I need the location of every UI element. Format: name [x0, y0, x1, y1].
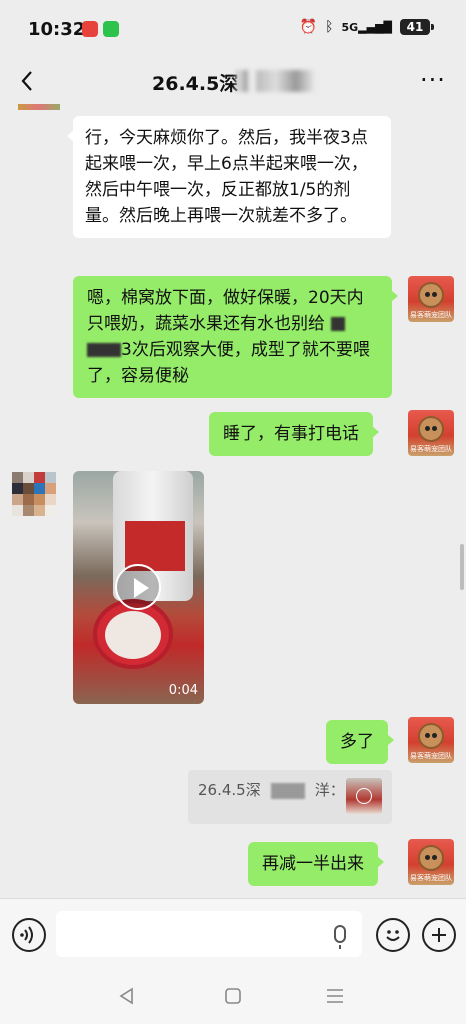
voice-icon: [20, 926, 33, 944]
signal-icon: 5G▂▄▆█: [341, 20, 392, 34]
quoted-message[interactable]: 26.4.5深 洋：: [188, 770, 392, 824]
bluetooth-icon: ᛒ: [325, 19, 334, 35]
avatar-self[interactable]: 易客萌宠团队: [408, 717, 454, 763]
smiley-icon: [386, 930, 400, 941]
chevron-left-icon: [21, 71, 32, 91]
nav-recents-button[interactable]: [324, 986, 346, 1006]
video-message[interactable]: 0:04: [73, 471, 204, 704]
squirrel-avatar-image: [418, 845, 444, 871]
status-bar: 10:32 ⏰ ᛒ 5G▂▄▆█ 41: [0, 0, 466, 60]
avatar-other-partial: [18, 104, 60, 110]
avatar-tag: 易客萌宠团队: [410, 752, 452, 760]
avatar-tag: 易客萌宠团队: [410, 445, 452, 453]
message-bubble-outgoing[interactable]: 嗯，棉窝放下面，做好保暖，20天内只喂奶，蔬菜水果还有水也别给 3次后观察大便，成…: [73, 276, 398, 398]
message-text: 睡了，有事打电话: [223, 424, 359, 444]
input-bar: [0, 898, 466, 970]
back-button[interactable]: [14, 66, 42, 96]
emoji-button[interactable]: [376, 918, 410, 952]
message-input[interactable]: [56, 911, 362, 957]
status-time: 10:32: [28, 19, 86, 40]
avatar-self[interactable]: 易客萌宠团队: [408, 839, 454, 885]
video-duration: 0:04: [168, 683, 198, 698]
text-redaction: [331, 317, 345, 331]
chat-title: 26.4.5深: [152, 73, 239, 95]
microphone-icon[interactable]: [334, 925, 346, 949]
chat-header: 26.4.5深 ···: [0, 60, 466, 104]
quote-text: 洋：: [314, 781, 345, 799]
voice-input-button[interactable]: [12, 918, 46, 952]
wechat-notification-icon: [103, 21, 119, 37]
play-icon[interactable]: [115, 564, 161, 610]
scrollbar[interactable]: [460, 544, 464, 590]
quote-video-thumbnail: [346, 778, 382, 814]
battery-level: 41: [406, 20, 424, 34]
plus-icon: [432, 928, 446, 942]
avatar-tag: 易客萌宠团队: [410, 311, 452, 319]
avatar-self[interactable]: 易客萌宠团队: [408, 410, 454, 456]
alarm-icon: ⏰: [299, 19, 318, 35]
message-bubble-incoming[interactable]: 行，今天麻烦你了。然后，我半夜3点起来喂一次，早上6点半起来喂一次，然后中午喂一…: [67, 116, 391, 238]
message-list[interactable]: 行，今天麻烦你了。然后，我半夜3点起来喂一次，早上6点半起来喂一次，然后中午喂一…: [0, 104, 466, 898]
message-bubble-outgoing[interactable]: 睡了，有事打电话: [209, 412, 379, 456]
message-text: 3次后观察大便，成型了就不要喂了，容易便秘: [87, 340, 370, 386]
quote-text: 26.4.5深: [198, 781, 261, 799]
system-nav-bar: [0, 970, 466, 1024]
add-attachment-button[interactable]: [422, 918, 456, 952]
avatar-self[interactable]: 易客萌宠团队: [408, 276, 454, 322]
squirrel-avatar-image: [418, 416, 444, 442]
avatar-other[interactable]: [12, 472, 58, 518]
battery-icon: 41: [400, 19, 434, 35]
nav-back-button[interactable]: [116, 986, 138, 1006]
text-redaction: [87, 343, 121, 357]
menu-recents-icon: [327, 989, 343, 1003]
message-text: 多了: [340, 732, 374, 752]
message-text: 嗯，棉窝放下面，做好保暖，20天内只喂奶，蔬菜水果还有水也别给: [87, 288, 364, 334]
message-bubble-outgoing[interactable]: 再减一半出来: [248, 842, 384, 886]
more-options-button[interactable]: ···: [420, 66, 446, 96]
square-home-icon: [225, 988, 241, 1004]
network-type: 5G: [341, 20, 359, 34]
squirrel-avatar-image: [418, 723, 444, 749]
message-bubble-outgoing[interactable]: 多了: [326, 720, 394, 764]
text-redaction: [270, 782, 305, 799]
triangle-back-icon: [119, 987, 133, 1005]
message-text: 行，今天麻烦你了。然后，我半夜3点起来喂一次，早上6点半起来喂一次，然后中午喂一…: [85, 128, 368, 226]
message-text: 再减一半出来: [262, 854, 364, 874]
app-notification-icon: [82, 21, 98, 37]
squirrel-avatar-image: [418, 282, 444, 308]
avatar-tag: 易客萌宠团队: [410, 874, 452, 882]
title-redaction: [236, 70, 250, 92]
video-thumbnail-powder: [105, 611, 161, 659]
status-icons: ⏰ ᛒ 5G▂▄▆█ 41: [299, 19, 434, 35]
nav-home-button[interactable]: [222, 986, 244, 1006]
title-redaction: [256, 70, 316, 92]
